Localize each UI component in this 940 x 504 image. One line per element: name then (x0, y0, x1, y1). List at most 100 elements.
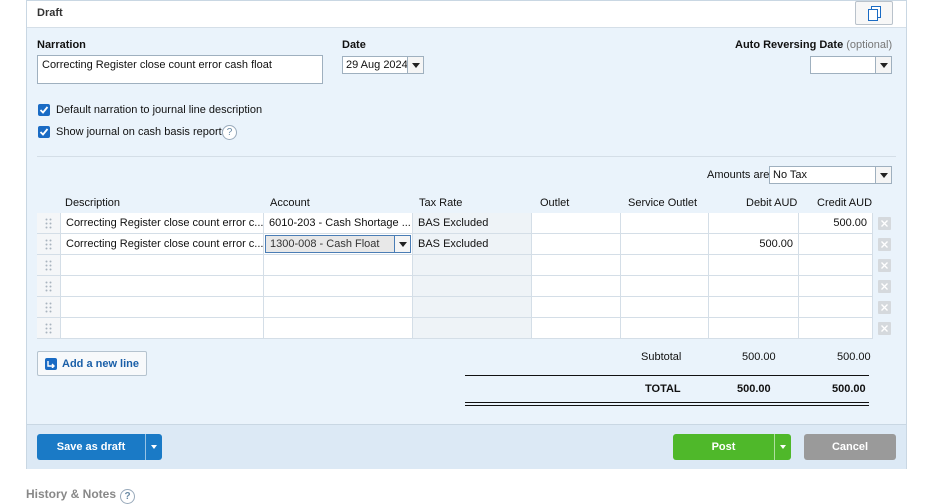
column-header-credit: Credit AUD (817, 197, 873, 209)
cell-debit[interactable] (709, 213, 799, 234)
drag-handle-icon[interactable] (37, 276, 61, 297)
cell-service-outlet[interactable] (621, 234, 709, 255)
narration-label: Narration (37, 39, 86, 51)
divider (37, 156, 896, 157)
cash-basis-checkbox[interactable] (38, 126, 50, 138)
chevron-down-icon[interactable] (407, 57, 423, 73)
copy-icon (868, 6, 881, 21)
delete-row-icon[interactable] (878, 259, 891, 272)
column-header-outlet: Outlet (540, 197, 570, 209)
cell-account[interactable] (264, 297, 413, 318)
cell-debit[interactable] (709, 255, 799, 276)
add-line-icon (45, 358, 57, 370)
cell-debit[interactable] (709, 318, 799, 339)
status-label: Draft (37, 7, 63, 19)
cell-description[interactable]: Correcting Register close count error c.… (61, 234, 264, 255)
delete-row-icon[interactable] (878, 301, 891, 314)
amounts-are-value: No Tax (773, 169, 808, 181)
table-row (37, 318, 897, 339)
cell-account[interactable] (264, 318, 413, 339)
chevron-down-icon[interactable] (394, 236, 410, 252)
subtotal-label: Subtotal (641, 351, 682, 363)
status-bar: Draft (27, 1, 906, 28)
cell-description[interactable] (61, 318, 264, 339)
cell-service-outlet[interactable] (621, 255, 709, 276)
default-narration-checkbox[interactable] (38, 104, 50, 116)
delete-row-icon[interactable] (878, 322, 891, 335)
save-as-draft-button[interactable]: Save as draft (37, 434, 162, 460)
cell-service-outlet[interactable] (621, 276, 709, 297)
delete-row-icon[interactable] (878, 280, 891, 293)
subtotal-debit: 500.00 (742, 351, 776, 363)
cell-outlet[interactable] (532, 318, 621, 339)
cell-outlet[interactable] (532, 213, 621, 234)
cell-service-outlet[interactable] (621, 297, 709, 318)
cell-debit[interactable]: 500.00 (709, 234, 799, 255)
post-button[interactable]: Post (673, 434, 791, 460)
cell-tax-rate[interactable]: BAS Excluded (413, 234, 532, 255)
journal-lines-table: Correcting Register close count error c.… (37, 213, 897, 341)
add-new-line-label: Add a new line (62, 358, 140, 370)
add-new-line-button[interactable]: Add a new line (37, 351, 147, 376)
cell-tax-rate[interactable]: BAS Excluded (413, 213, 532, 234)
cell-credit[interactable] (799, 318, 873, 339)
total-label: TOTAL (645, 383, 681, 395)
cell-outlet[interactable] (532, 276, 621, 297)
account-select[interactable]: 1300-008 - Cash Float (265, 235, 411, 253)
drag-handle-icon[interactable] (37, 234, 61, 255)
cancel-label: Cancel (831, 441, 869, 453)
chevron-down-icon[interactable] (875, 167, 891, 183)
cell-outlet[interactable] (532, 297, 621, 318)
cell-tax-rate[interactable] (413, 297, 532, 318)
cell-credit[interactable] (799, 255, 873, 276)
chevron-down-icon[interactable] (774, 434, 791, 460)
cell-tax-rate[interactable] (413, 318, 532, 339)
cell-service-outlet[interactable] (621, 213, 709, 234)
cell-debit[interactable] (709, 297, 799, 318)
cell-service-outlet[interactable] (621, 318, 709, 339)
cell-outlet[interactable] (532, 255, 621, 276)
cell-tax-rate[interactable] (413, 276, 532, 297)
cell-tax-rate[interactable] (413, 255, 532, 276)
cell-account[interactable] (264, 276, 413, 297)
date-picker[interactable]: 29 Aug 2024 (342, 56, 424, 74)
narration-input[interactable]: Correcting Register close count error ca… (37, 55, 323, 84)
drag-handle-icon[interactable] (37, 213, 61, 234)
cell-description[interactable] (61, 255, 264, 276)
cell-credit[interactable]: 500.00 (799, 213, 873, 234)
cell-credit[interactable] (799, 234, 873, 255)
cancel-button[interactable]: Cancel (804, 434, 896, 460)
cell-account[interactable] (264, 255, 413, 276)
history-notes-heading[interactable]: History & Notes? (26, 487, 136, 504)
cell-account[interactable]: 6010-203 - Cash Shortage ... (264, 213, 413, 234)
account-select-value: 1300-008 - Cash Float (270, 238, 380, 250)
cell-credit[interactable] (799, 297, 873, 318)
checkmark-icon (39, 106, 49, 114)
cell-credit[interactable] (799, 276, 873, 297)
delete-row-icon[interactable] (878, 217, 891, 230)
help-icon[interactable]: ? (222, 125, 237, 140)
default-narration-label: Default narration to journal line descri… (56, 104, 263, 116)
drag-handle-icon[interactable] (37, 318, 61, 339)
table-row: Correcting Register close count error c.… (37, 213, 897, 234)
cash-basis-label: Show journal on cash basis reports (56, 126, 228, 138)
copy-button[interactable] (855, 1, 893, 25)
amounts-are-select[interactable]: No Tax (769, 166, 892, 184)
subtotal-rule (465, 375, 869, 376)
auto-reversing-date-picker[interactable] (810, 56, 892, 74)
cell-account[interactable]: 1300-008 - Cash Float (264, 234, 413, 255)
drag-handle-icon[interactable] (37, 297, 61, 318)
cell-description[interactable] (61, 297, 264, 318)
cell-description[interactable]: Correcting Register close count error c.… (61, 213, 264, 234)
subtotal-credit: 500.00 (837, 351, 871, 363)
chevron-down-icon[interactable] (875, 57, 891, 73)
delete-row-icon[interactable] (878, 238, 891, 251)
cell-description[interactable] (61, 276, 264, 297)
action-footer: Save as draft Post Cancel (27, 424, 906, 469)
cell-outlet[interactable] (532, 234, 621, 255)
save-as-draft-label: Save as draft (56, 441, 126, 453)
total-credit: 500.00 (832, 383, 866, 395)
cell-debit[interactable] (709, 276, 799, 297)
drag-handle-icon[interactable] (37, 255, 61, 276)
chevron-down-icon[interactable] (145, 434, 162, 460)
